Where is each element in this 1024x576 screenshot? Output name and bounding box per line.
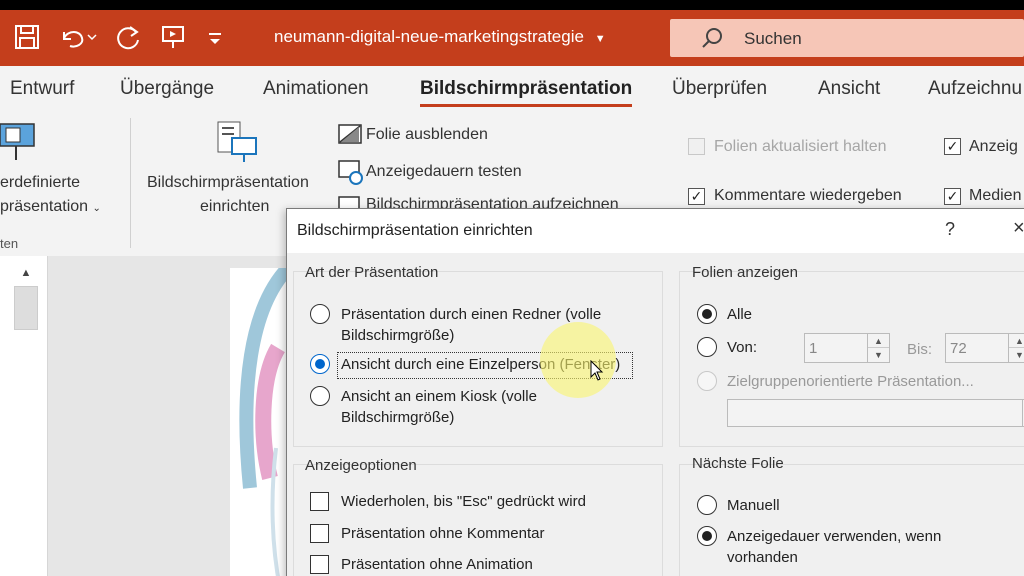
no-narration-label[interactable]: Präsentation ohne Kommentar [341,523,544,545]
from-spinner[interactable]: 1 ▲ ▼ [804,333,890,363]
no-animation-checkbox[interactable] [310,555,329,574]
ribbon-separator [130,118,131,248]
tab-uebergaenge[interactable]: Übergänge [120,78,214,100]
custom-show-label-2[interactable]: präsentation ⌄ [0,198,101,216]
manual-label[interactable]: Manuell [727,495,780,517]
spin-down-icon[interactable]: ▼ [868,348,889,362]
tab-animationen[interactable]: Animationen [263,78,369,100]
keep-updated-checkbox [688,138,705,155]
to-spinner[interactable]: 72 ▲ ▼ [945,333,1024,363]
use-timings-line2[interactable]: vorhanden [727,547,798,569]
tab-bildschirmpraesentation[interactable]: Bildschirmpräsentation [420,78,632,100]
scroll-up-icon[interactable]: ▲ [14,262,38,284]
undo-icon[interactable] [58,24,98,55]
title-bar: neumann-digital-neue-marketingstrategie … [0,10,1024,66]
show-timings-label[interactable]: Anzeig [969,138,1018,156]
rehearse-timings-button[interactable]: Anzeigedauern testen [366,163,522,181]
tab-ueberpruefen[interactable]: Überprüfen [672,78,767,100]
use-timings-radio[interactable] [697,526,717,546]
rehearse-timings-icon[interactable] [338,160,364,186]
individual-radio[interactable] [310,354,330,374]
speaker-radio[interactable] [310,304,330,324]
from-radio[interactable] [697,337,717,357]
mouse-cursor-icon [590,360,604,381]
loop-checkbox[interactable] [310,492,329,511]
dialog-title: Bildschirmpräsentation einrichten [297,222,533,239]
use-timings-line1[interactable]: Anzeigedauer verwenden, wenn [727,526,941,548]
loop-label[interactable]: Wiederholen, bis "Esc" gedrückt wird [341,491,586,513]
all-slides-radio[interactable] [697,304,717,324]
tab-entwurf[interactable]: Entwurf [10,78,74,100]
hide-slide-icon[interactable] [338,124,362,146]
redo-icon[interactable] [114,24,142,57]
setup-slideshow-label-2[interactable]: einrichten [200,198,269,216]
setup-slideshow-label-1[interactable]: Bildschirmpräsentation [147,174,309,192]
setup-slideshow-icon[interactable] [216,120,262,166]
speaker-option-line2[interactable]: Bildschirmgröße) [341,325,454,347]
search-label: Suchen [744,29,802,48]
show-timings-checkbox[interactable]: ✓ [944,138,961,155]
tab-ansicht[interactable]: Ansicht [818,78,880,100]
custom-show-radio [697,371,717,391]
save-icon[interactable] [14,24,40,55]
spin-down-icon[interactable]: ▼ [1009,348,1024,362]
custom-show-label-1[interactable]: erdefinierte [0,174,80,192]
close-button[interactable]: × [1013,217,1024,240]
play-comments-checkbox[interactable]: ✓ [688,188,705,205]
advance-slides-label: Nächste Folie [692,455,784,472]
to-spinner-buttons[interactable]: ▲ ▼ [1008,334,1024,362]
present-icon[interactable] [160,24,186,55]
group-label: ten [0,236,19,251]
show-media-checkbox[interactable]: ✓ [944,188,961,205]
no-animation-label[interactable]: Präsentation ohne Animation [341,554,533,576]
setup-slideshow-dialog: Bildschirmpräsentation einrichten ? × Ar… [286,208,1024,576]
document-title[interactable]: neumann-digital-neue-marketingstrategie … [274,27,606,47]
from-spinner-buttons[interactable]: ▲ ▼ [867,334,889,362]
search-icon [702,28,722,48]
kiosk-option-line1[interactable]: Ansicht an einem Kiosk (volle [341,386,537,408]
show-media-label[interactable]: Medien [969,187,1021,205]
no-narration-checkbox[interactable] [310,524,329,543]
active-tab-indicator [420,104,632,107]
keep-updated-label: Folien aktualisiert halten [714,138,887,155]
custom-show-label: Zielgruppenorientierte Präsentation... [727,373,974,390]
customize-qat-icon[interactable] [206,24,224,55]
spin-up-icon[interactable]: ▲ [868,334,889,348]
presentation-type-label: Art der Präsentation [305,264,439,281]
to-value[interactable]: 72 [950,340,967,357]
chevron-down-icon: ⌄ [92,203,101,214]
from-value[interactable]: 1 [809,340,817,357]
from-label[interactable]: Von: [727,337,757,359]
hide-slide-button[interactable]: Folie ausblenden [366,126,488,144]
custom-show-icon[interactable] [0,122,40,166]
search-box[interactable]: Suchen [670,19,1024,57]
spin-up-icon[interactable]: ▲ [1009,334,1024,348]
chevron-down-icon: ▼ [594,33,606,45]
kiosk-option-line2[interactable]: Bildschirmgröße) [341,407,454,429]
help-button[interactable]: ? [945,219,955,240]
manual-radio[interactable] [697,495,717,515]
kiosk-radio[interactable] [310,386,330,406]
speaker-option-line1[interactable]: Präsentation durch einen Redner (volle [341,304,601,326]
show-slides-label: Folien anzeigen [692,264,798,281]
all-slides-label[interactable]: Alle [727,304,752,326]
thumbnail-pane[interactable]: ▲ [0,256,48,576]
play-comments-label[interactable]: Kommentare wiedergeben [714,187,902,205]
scrollbar-thumb[interactable] [14,286,38,330]
record-slideshow-button[interactable]: Bildschirmpräsentation aufzeichnen [366,196,619,208]
to-label[interactable]: Bis: [907,339,932,361]
cursor-highlight [540,322,616,398]
tab-aufzeichnung[interactable]: Aufzeichnu [928,78,1022,100]
dialog-titlebar[interactable]: Bildschirmpräsentation einrichten ? × [287,209,1024,253]
display-options-label: Anzeigeoptionen [305,457,417,474]
custom-show-dropdown: ⌄ [727,399,1024,427]
document-title-text: neumann-digital-neue-marketingstrategie [274,27,584,46]
